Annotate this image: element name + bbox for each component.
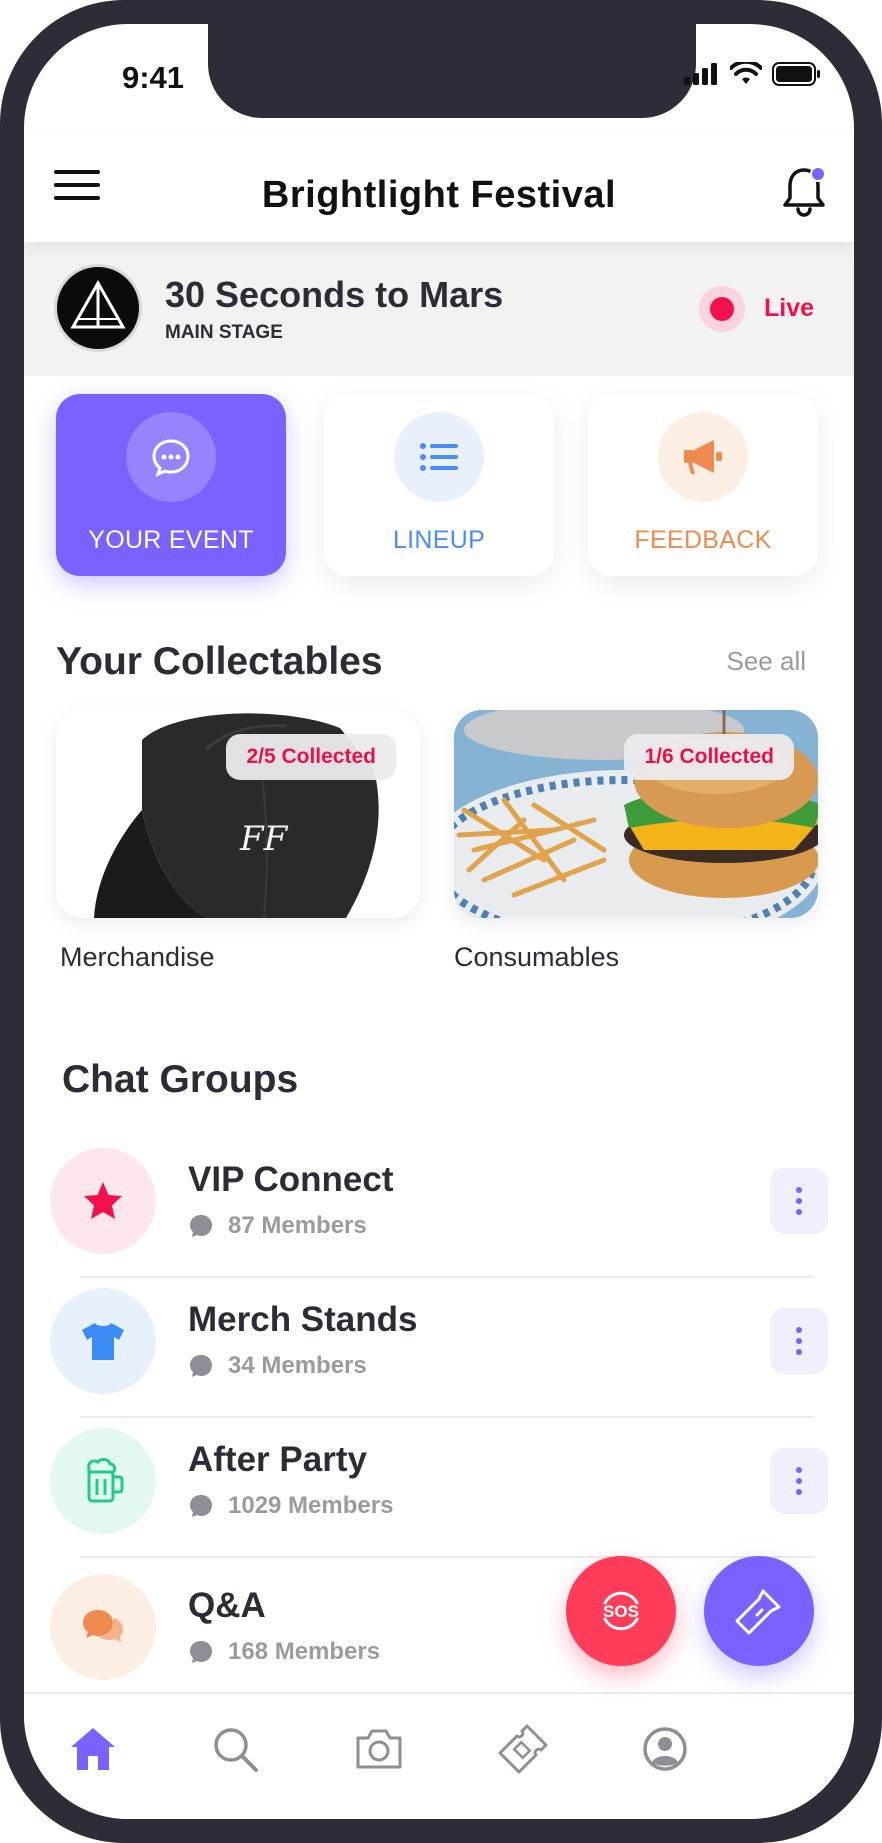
home-icon[interactable]: [64, 1720, 122, 1778]
divider: [80, 1556, 814, 1558]
chat-bubble-small-icon: [190, 1641, 212, 1663]
chat-bubble-small-icon: [190, 1495, 212, 1517]
artist-name: 30 Seconds to Mars: [165, 274, 504, 315]
member-count: 87 Members: [188, 1212, 367, 1240]
member-count-label: 168 Members: [228, 1638, 381, 1665]
now-playing-banner[interactable]: 30 Seconds to Mars MAIN STAGE Live: [24, 242, 854, 376]
live-indicator-icon: [699, 286, 745, 332]
sos-button[interactable]: SOS: [566, 1556, 676, 1666]
your-event-label: YOUR EVENT: [88, 526, 254, 554]
artist-logo: [54, 264, 142, 352]
collected-badge: 2/5 Collected: [226, 734, 396, 780]
page-title: Brightlight Festival: [261, 174, 617, 216]
collectables-title: Your Collectables: [56, 640, 383, 683]
device-notch: [208, 24, 696, 118]
chat-bubble-small-icon: [190, 1215, 212, 1237]
merchandise-card[interactable]: FF 2/5 Collected: [56, 710, 420, 918]
sos-icon: SOS: [603, 1591, 639, 1631]
member-count: 1029 Members: [188, 1492, 393, 1520]
wifi-icon: [730, 62, 762, 84]
consumables-card[interactable]: 1/6 Collected: [454, 710, 818, 918]
chat-group-name: Merch Stands: [188, 1300, 418, 1339]
tshirt-icon: [50, 1288, 156, 1394]
search-icon[interactable]: [206, 1720, 264, 1778]
collected-badge: 1/6 Collected: [624, 734, 794, 780]
member-count-label: 1029 Members: [228, 1492, 394, 1519]
speech-bubbles-icon: [50, 1574, 156, 1680]
megaphone-icon: [658, 412, 748, 502]
member-count: 34 Members: [188, 1352, 367, 1380]
svg-text:FF: FF: [239, 819, 289, 859]
chat-bubble-icon: [126, 412, 216, 502]
your-event-button[interactable]: YOUR EVENT: [56, 394, 286, 576]
chat-group-name: After Party: [188, 1440, 367, 1479]
status-time: 9:41: [121, 60, 185, 95]
chat-groups-title: Chat Groups: [62, 1058, 299, 1101]
more-options-icon[interactable]: [770, 1308, 828, 1374]
stage-name: MAIN STAGE: [165, 322, 283, 343]
chat-group-name: VIP Connect: [188, 1160, 394, 1199]
member-count: 168 Members: [188, 1638, 380, 1666]
more-options-icon[interactable]: [770, 1168, 828, 1234]
phone-frame: 9:41 Brightlight Festival 30 Seconds to …: [0, 0, 882, 1843]
feedback-label: FEEDBACK: [634, 526, 772, 554]
app-screen: 9:41 Brightlight Festival 30 Seconds to …: [24, 24, 854, 1819]
feedback-button[interactable]: FEEDBACK: [588, 394, 818, 576]
chat-group-row[interactable]: VIP Connect 87 Members: [50, 1138, 834, 1278]
beer-mug-icon: [50, 1428, 156, 1534]
chat-group-row[interactable]: After Party 1029 Members: [50, 1418, 834, 1558]
member-count-label: 34 Members: [228, 1352, 367, 1379]
more-options-icon[interactable]: [770, 1448, 828, 1514]
cellular-signal-icon: [684, 63, 717, 85]
notification-bell-icon[interactable]: [780, 164, 828, 218]
see-all-link[interactable]: See all: [727, 646, 807, 677]
list-icon: [394, 412, 484, 502]
triad-logo-icon: [70, 279, 126, 329]
status-icons: [684, 62, 822, 86]
battery-icon: [772, 62, 820, 86]
ticket-icon[interactable]: [494, 1720, 552, 1778]
camera-icon[interactable]: [350, 1720, 408, 1778]
chat-group-name: Q&A: [188, 1586, 266, 1625]
star-icon: [50, 1148, 156, 1254]
bottom-navigation: [24, 1692, 854, 1819]
svg-text:SOS: SOS: [603, 1602, 639, 1621]
merchandise-label: Merchandise: [60, 942, 215, 972]
consumables-label: Consumables: [454, 942, 620, 972]
member-count-label: 87 Members: [228, 1212, 367, 1239]
lineup-label: LINEUP: [392, 526, 486, 554]
chat-bubble-small-icon: [190, 1355, 212, 1377]
flashlight-icon: [735, 1589, 781, 1635]
flashlight-button[interactable]: [704, 1556, 814, 1666]
lineup-button[interactable]: LINEUP: [324, 394, 554, 576]
live-label: Live: [764, 294, 815, 322]
profile-icon[interactable]: [636, 1720, 694, 1778]
app-header: Brightlight Festival: [24, 134, 854, 242]
chat-group-row[interactable]: Merch Stands 34 Members: [50, 1278, 834, 1418]
